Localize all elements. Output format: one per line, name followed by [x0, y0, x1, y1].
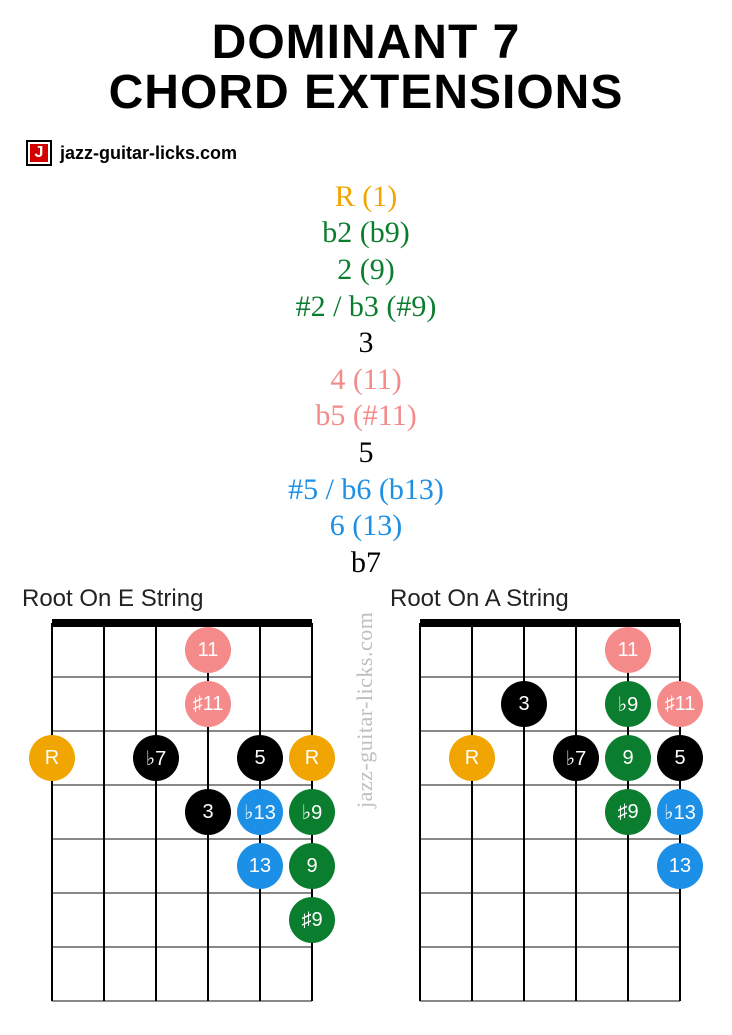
interval-item: b2 (b9): [0, 215, 732, 252]
interval-item: 4 (11): [0, 362, 732, 399]
fret-note: 9: [605, 735, 651, 781]
fretboard-diagram: Root On E String11♯11R♭75R3♭13♭9139♯9: [22, 585, 342, 1005]
interval-list: R (1)b2 (b9)2 (9)#2 / b3 (#9)34 (11)b5 (…: [0, 179, 732, 582]
fret-note: 11: [605, 627, 651, 673]
interval-item: 5: [0, 435, 732, 472]
title-line-2: CHORD EXTENSIONS: [109, 66, 624, 119]
fret-note: ♭7: [133, 735, 179, 781]
brand-badge-icon: J: [26, 140, 52, 166]
page-title: DOMINANT 7 CHORD EXTENSIONS: [0, 0, 732, 119]
brand-badge-letter: J: [30, 144, 48, 162]
watermark-text: jazz-guitar-licks.com: [352, 612, 378, 808]
fret-note: 13: [237, 843, 283, 889]
fret-note: 11: [185, 627, 231, 673]
fret-note: 5: [237, 735, 283, 781]
fret-note: ♯9: [605, 789, 651, 835]
site-brand: J jazz-guitar-licks.com: [26, 140, 237, 166]
title-line-1: DOMINANT 7: [212, 16, 521, 69]
interval-item: 2 (9): [0, 252, 732, 289]
fret-note: 3: [185, 789, 231, 835]
fret-note: ♭9: [605, 681, 651, 727]
fret-note: 5: [657, 735, 703, 781]
fret-note: ♭9: [289, 789, 335, 835]
diagram-title: Root On E String: [22, 585, 342, 613]
fret-note: R: [29, 735, 75, 781]
interval-item: b7: [0, 545, 732, 582]
fretboard-grid: 11 3 ♭9♯11 R ♭795♯9♭13 13: [390, 617, 710, 1005]
fret-note: ♯11: [657, 681, 703, 727]
fret-note: ♭13: [657, 789, 703, 835]
fret-note: ♭13: [237, 789, 283, 835]
fretboard-diagram: Root On A String 11 3 ♭9♯11 R ♭795♯9♭13 13: [390, 585, 710, 1005]
fret-note: ♯11: [185, 681, 231, 727]
interval-item: 3: [0, 325, 732, 362]
fret-note: ♯9: [289, 897, 335, 943]
fret-note: ♭7: [553, 735, 599, 781]
fretboard-grid: 11♯11R♭75R3♭13♭9139♯9: [22, 617, 342, 1005]
diagram-title: Root On A String: [390, 585, 710, 613]
interval-item: R (1): [0, 179, 732, 216]
interval-item: #2 / b3 (#9): [0, 289, 732, 326]
fret-note: 3: [501, 681, 547, 727]
fret-note: R: [289, 735, 335, 781]
fret-note: R: [449, 735, 495, 781]
interval-item: 6 (13): [0, 508, 732, 545]
interval-item: b5 (#11): [0, 398, 732, 435]
fret-note: 13: [657, 843, 703, 889]
brand-text: jazz-guitar-licks.com: [60, 143, 237, 164]
fret-note: 9: [289, 843, 335, 889]
interval-item: #5 / b6 (b13): [0, 472, 732, 509]
